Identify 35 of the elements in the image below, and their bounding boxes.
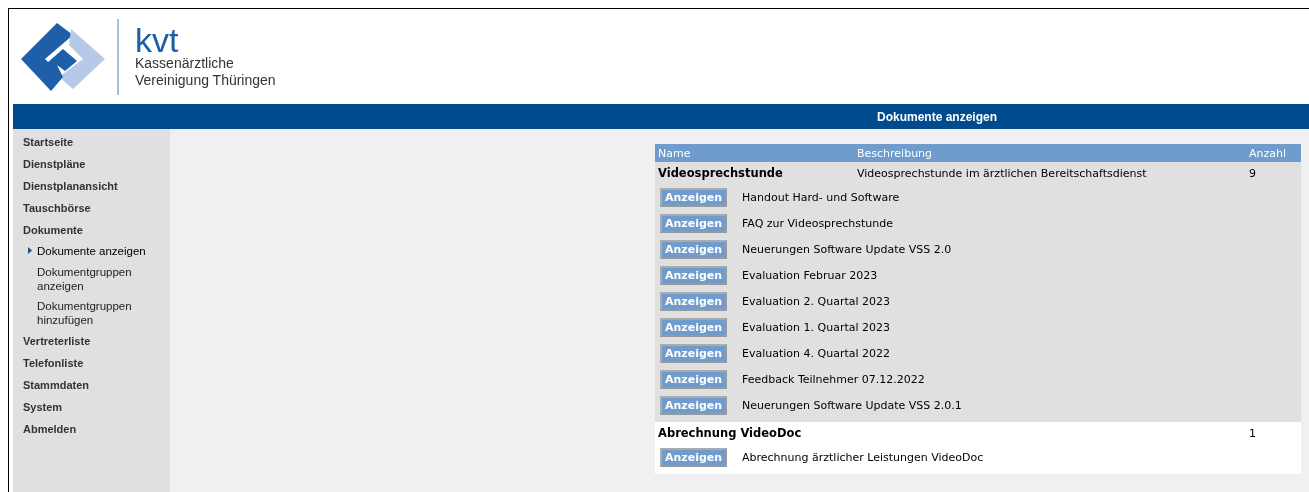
sidebar-item[interactable]: Dienstplanansicht [23, 178, 118, 195]
group-description: Videosprechstunde im ärztlichen Bereitschaftsdienst [857, 166, 1147, 180]
document-count: 1 [1249, 426, 1256, 440]
sidebar-item[interactable]: Dokumente [23, 222, 83, 239]
sidebar-item[interactable]: System [23, 399, 63, 416]
document-title: Handout Hard- und Software [742, 190, 900, 204]
organization-name: Vereinigung Thüringen [135, 71, 276, 89]
document-title: Feedback Teilnehmer 07.12.2022 [742, 372, 925, 386]
sidebar-item[interactable]: Stammdaten [23, 377, 90, 394]
document-title: Evaluation 1. Quartal 2023 [742, 320, 891, 334]
sidebar-subitem[interactable]: Dokumentgruppen hinzufügen [37, 299, 147, 327]
sidebar-subitem[interactable]: Dokumente anzeigen [37, 244, 147, 258]
sidebar-item[interactable]: Startseite [23, 134, 74, 151]
document-title: Evaluation 2. Quartal 2023 [742, 294, 891, 308]
sidebar-item[interactable]: Tauschbörse [23, 200, 91, 217]
document-title: Neuerungen Software Update VSS 2.0 [742, 242, 952, 256]
group-name: Abrechnung VideoDoc [658, 426, 802, 440]
sidebar-item[interactable]: Vertreterliste [23, 333, 91, 350]
document-title: FAQ zur Videosprechstunde [742, 216, 893, 230]
sidebar-item[interactable]: Telefonliste [23, 355, 84, 372]
group-name: Videosprechstunde [658, 166, 783, 180]
sidebar-subitem[interactable]: Dokumentgruppen anzeigen [37, 265, 147, 293]
column-header: Beschreibung [857, 146, 933, 160]
document-count: 9 [1249, 166, 1256, 180]
document-title: Neuerungen Software Update VSS 2.0.1 [742, 398, 962, 412]
sidebar-item[interactable]: Dienstpläne [23, 156, 86, 173]
document-title: Evaluation Februar 2023 [742, 268, 878, 282]
page-title: Dokumente anzeigen [877, 109, 998, 124]
sidebar-item[interactable]: Abmelden [23, 421, 77, 438]
document-title: Evaluation 4. Quartal 2022 [742, 346, 891, 360]
organization-name: Kassenärztliche [135, 54, 234, 72]
column-header: Name [658, 146, 691, 160]
column-header: Anzahl [1249, 146, 1287, 160]
logo-abbreviation: kvt [135, 24, 179, 55]
document-title: Abrechnung ärztlicher Leistungen VideoDoc [742, 450, 984, 464]
